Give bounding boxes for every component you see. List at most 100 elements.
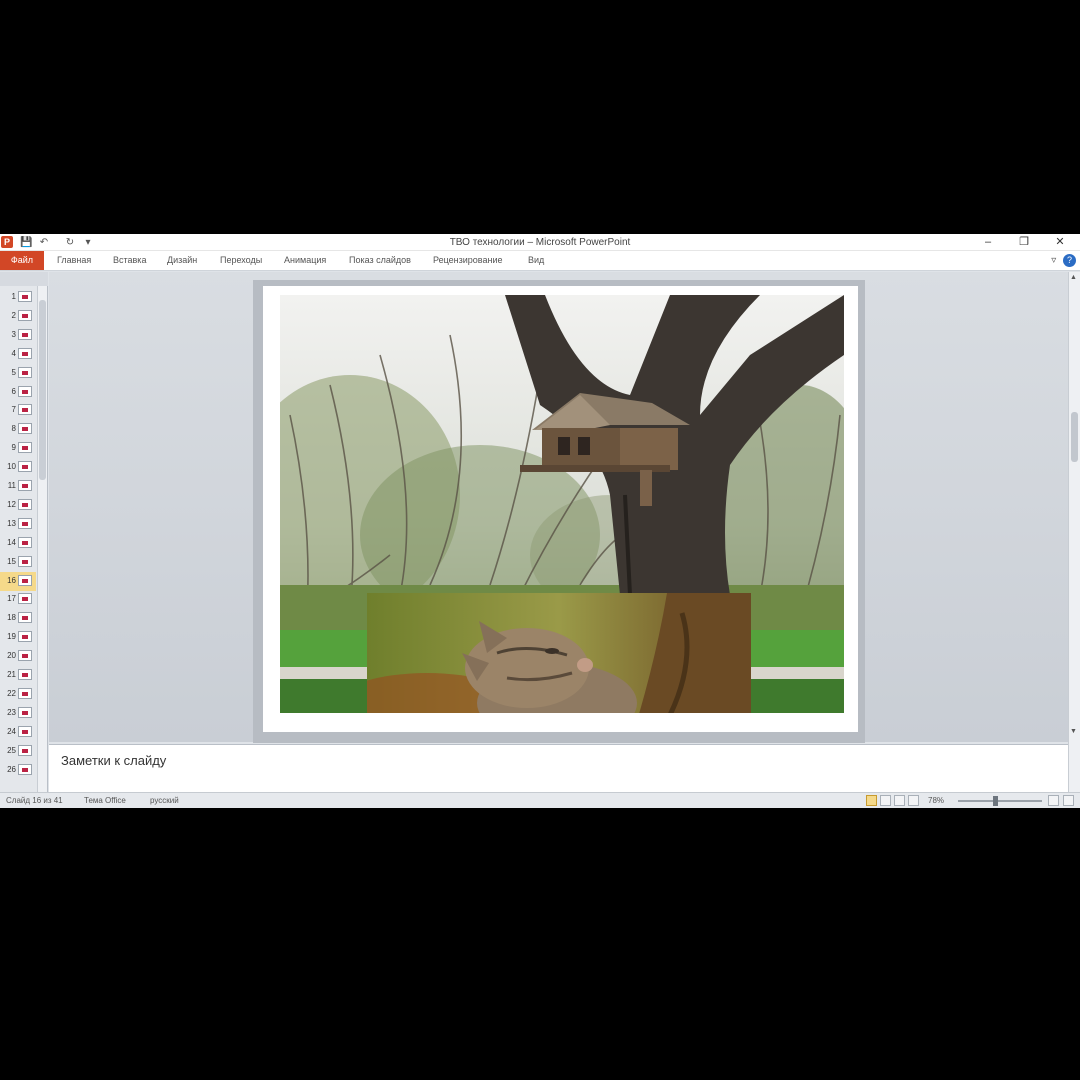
slide-thumbnail[interactable]: 11: [0, 477, 36, 496]
restore-button[interactable]: ❐: [1013, 235, 1035, 250]
slide-thumbnail[interactable]: 15: [0, 553, 36, 572]
slide-thumbnail-image: [18, 706, 32, 718]
slide-number: 11: [7, 481, 16, 490]
slide-number: 6: [11, 386, 16, 396]
tab-insert[interactable]: Вставка: [113, 251, 146, 270]
slide-thumbnail[interactable]: 3: [0, 326, 36, 345]
thumbnail-content-mark: [22, 332, 28, 337]
thumbnail-content-mark: [22, 465, 28, 470]
slide-thumbnail[interactable]: 13: [0, 515, 36, 534]
current-slide[interactable]: [263, 286, 858, 732]
notes-pane[interactable]: Заметки к слайду: [49, 744, 1068, 792]
slide-number: 18: [7, 613, 16, 623]
slide-thumbnail[interactable]: 4: [0, 345, 36, 364]
tab-review[interactable]: Рецензирование: [433, 251, 503, 270]
thumbnail-content-mark: [22, 597, 28, 602]
scroll-down-icon[interactable]: ▼: [1070, 728, 1077, 735]
slide-number: 25: [7, 745, 16, 755]
zoom-slider-thumb[interactable]: [993, 796, 998, 806]
tab-slide-show[interactable]: Показ слайдов: [349, 251, 411, 270]
zoom-slider[interactable]: [958, 800, 1042, 802]
thumbnail-content-mark: [22, 370, 28, 375]
slide-thumbnail-image: [18, 744, 32, 756]
thumbnail-content-mark: [22, 767, 28, 772]
slide-thumbnail-image: [18, 555, 32, 567]
slide-thumbnail[interactable]: 9: [0, 439, 36, 458]
slide-number: 21: [7, 670, 16, 679]
slide-thumbnail[interactable]: 24: [0, 723, 36, 742]
slide-thumbnail[interactable]: 21: [0, 666, 36, 685]
tab-file[interactable]: Файл: [0, 251, 44, 270]
slide-thumbnail[interactable]: 22: [0, 685, 36, 704]
slide-thumbnail[interactable]: 18: [0, 609, 36, 628]
slide-number: 3: [11, 329, 16, 339]
slide-number: 17: [7, 594, 16, 604]
minimize-button[interactable]: –: [977, 235, 999, 250]
tab-animations[interactable]: Анимация: [284, 251, 326, 270]
reading-view-button[interactable]: [894, 795, 905, 806]
collapse-ribbon-icon[interactable]: ▿: [1051, 255, 1056, 266]
slide-thumbnail[interactable]: 7: [0, 401, 36, 420]
slide-thumbnail[interactable]: 14: [0, 534, 36, 553]
thumbnails-scrollbar[interactable]: [37, 286, 47, 792]
powerpoint-window: P 💾 ↶ ↻ ▾ ТВО технологии – Microsoft Pow…: [0, 234, 1080, 808]
slide-thumbnail-image: [18, 725, 32, 737]
slide-thumbnail[interactable]: 1: [0, 288, 36, 307]
slide-thumbnail[interactable]: 5: [0, 364, 36, 383]
slide-thumbnail[interactable]: 6: [0, 383, 36, 402]
thumbnail-content-mark: [22, 484, 28, 488]
slide-thumbnail-image: [18, 366, 32, 378]
slide-thumbnail[interactable]: 25: [0, 742, 36, 761]
slide-thumbnail-image: [18, 650, 32, 662]
slide-thumbnail-image: [18, 291, 32, 302]
slide-thumbnail-image: [18, 517, 32, 529]
slide-number: 19: [7, 632, 16, 642]
editor-scrollbar[interactable]: ▲ ▼: [1068, 272, 1080, 792]
scroll-up-icon[interactable]: ▲: [1070, 274, 1077, 281]
tab-home[interactable]: Главная: [57, 251, 91, 270]
slide-number: 23: [7, 707, 16, 717]
slide-thumbnail[interactable]: 8: [0, 420, 36, 439]
window-title: ТВО технологии – Microsoft PowerPoint: [449, 237, 631, 248]
tab-transitions[interactable]: Переходы: [220, 251, 262, 270]
language-indicator[interactable]: русский: [150, 796, 179, 805]
tab-design[interactable]: Дизайн: [167, 251, 197, 270]
slide-thumbnail[interactable]: 12: [0, 496, 36, 515]
slide-thumbnail-image: [18, 461, 32, 473]
slide-thumbnail[interactable]: 10: [0, 458, 36, 477]
cat-photo[interactable]: [367, 593, 751, 713]
zoom-level[interactable]: 78%: [928, 796, 944, 805]
normal-view-button[interactable]: [866, 795, 877, 806]
thumbnail-content-mark: [22, 710, 28, 715]
thumbnail-content-mark: [22, 446, 28, 451]
slide-thumbnail[interactable]: 19: [0, 628, 36, 647]
close-button[interactable]: ✕: [1049, 235, 1071, 250]
thumbnails-header: [0, 272, 48, 286]
zoom-in-button[interactable]: [1048, 795, 1059, 806]
slide-thumbnail[interactable]: 26: [0, 761, 36, 780]
slide-thumbnail-image: [18, 480, 32, 491]
slide-thumbnail-image: [18, 631, 32, 643]
slide-thumbnail[interactable]: 16: [0, 571, 36, 591]
slide-sorter-view-button[interactable]: [880, 795, 891, 806]
thumbnail-content-mark: [22, 427, 28, 432]
slide-number: 16: [7, 575, 16, 585]
slide-show-view-button[interactable]: [908, 795, 919, 806]
slide-thumbnail-image: [18, 385, 32, 397]
ribbon-tabs: Файл Главная Вставка Дизайн Переходы Ани…: [0, 251, 1080, 271]
tab-view[interactable]: Вид: [528, 251, 544, 270]
slide-thumbnail[interactable]: 20: [0, 647, 36, 666]
slide-thumbnail-image: [18, 347, 32, 359]
thumbnail-content-mark: [22, 540, 28, 545]
ribbon-controls: ▿ ?: [1051, 254, 1076, 267]
slide-thumbnail[interactable]: 17: [0, 590, 36, 609]
slide-thumbnail[interactable]: 2: [0, 307, 36, 326]
notes-placeholder[interactable]: Заметки к слайду: [61, 753, 166, 768]
slide-thumbnail-image: [18, 574, 32, 586]
slide-thumbnail-image: [18, 404, 32, 416]
scroll-thumb[interactable]: [1071, 412, 1078, 462]
fit-to-window-button[interactable]: [1063, 795, 1074, 806]
slide-thumbnail[interactable]: 23: [0, 704, 36, 723]
help-icon[interactable]: ?: [1063, 254, 1076, 267]
birdhouse-tree-photo[interactable]: [280, 295, 844, 713]
